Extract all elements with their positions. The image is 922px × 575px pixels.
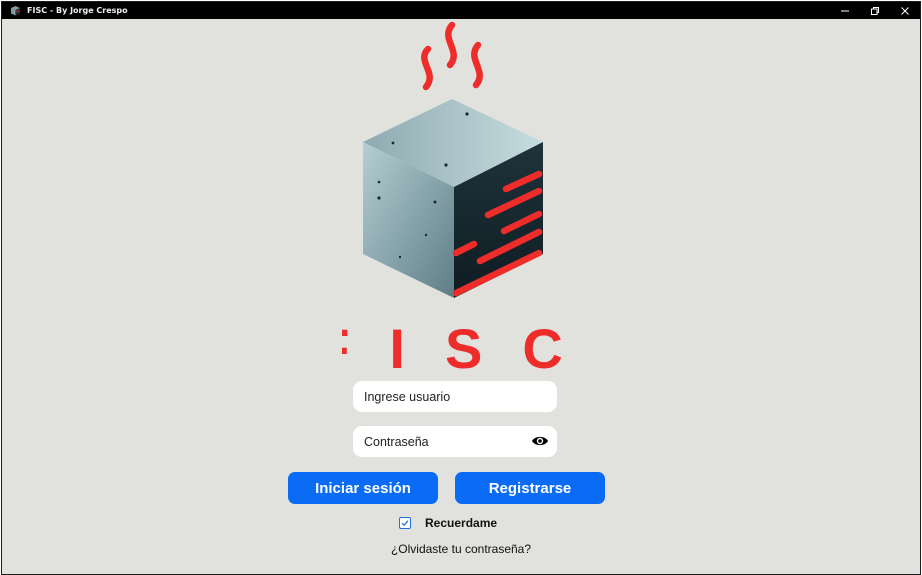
minimize-icon bbox=[841, 10, 849, 11]
app-window: FISC - By Jorge Crespo IS Ingrese usuari… bbox=[1, 1, 921, 575]
show-password-eye-icon[interactable] bbox=[531, 434, 549, 448]
fisc-wordmark: FISC bbox=[342, 317, 582, 374]
close-button[interactable] bbox=[890, 2, 920, 19]
restore-icon bbox=[871, 6, 879, 15]
cube-icon bbox=[363, 99, 543, 298]
forgot-password-link[interactable]: ¿Olvidaste tu contraseña? bbox=[2, 542, 920, 556]
remember-me[interactable]: Recuerdame bbox=[399, 516, 497, 530]
login-button[interactable]: Iniciar sesión bbox=[288, 472, 438, 504]
password-field[interactable] bbox=[353, 426, 557, 457]
login-view: FISC Iniciar sesión Registrarse Recuerda… bbox=[2, 19, 920, 574]
close-icon bbox=[901, 6, 909, 15]
remember-checkbox[interactable] bbox=[399, 517, 411, 529]
username-input[interactable] bbox=[364, 389, 524, 404]
username-field[interactable] bbox=[353, 381, 557, 412]
title-bar[interactable]: FISC - By Jorge Crespo bbox=[2, 2, 920, 19]
remember-label: Recuerdame bbox=[425, 516, 498, 530]
password-input[interactable] bbox=[364, 434, 524, 449]
steam-icon bbox=[421, 21, 483, 91]
app-icon bbox=[11, 6, 20, 16]
restore-button[interactable] bbox=[860, 2, 890, 19]
window-title: FISC - By Jorge Crespo bbox=[27, 6, 128, 15]
checkmark-icon bbox=[401, 520, 409, 527]
register-button[interactable]: Registrarse bbox=[455, 472, 605, 504]
minimize-button[interactable] bbox=[830, 2, 860, 19]
fisc-logo: FISC bbox=[342, 21, 582, 374]
